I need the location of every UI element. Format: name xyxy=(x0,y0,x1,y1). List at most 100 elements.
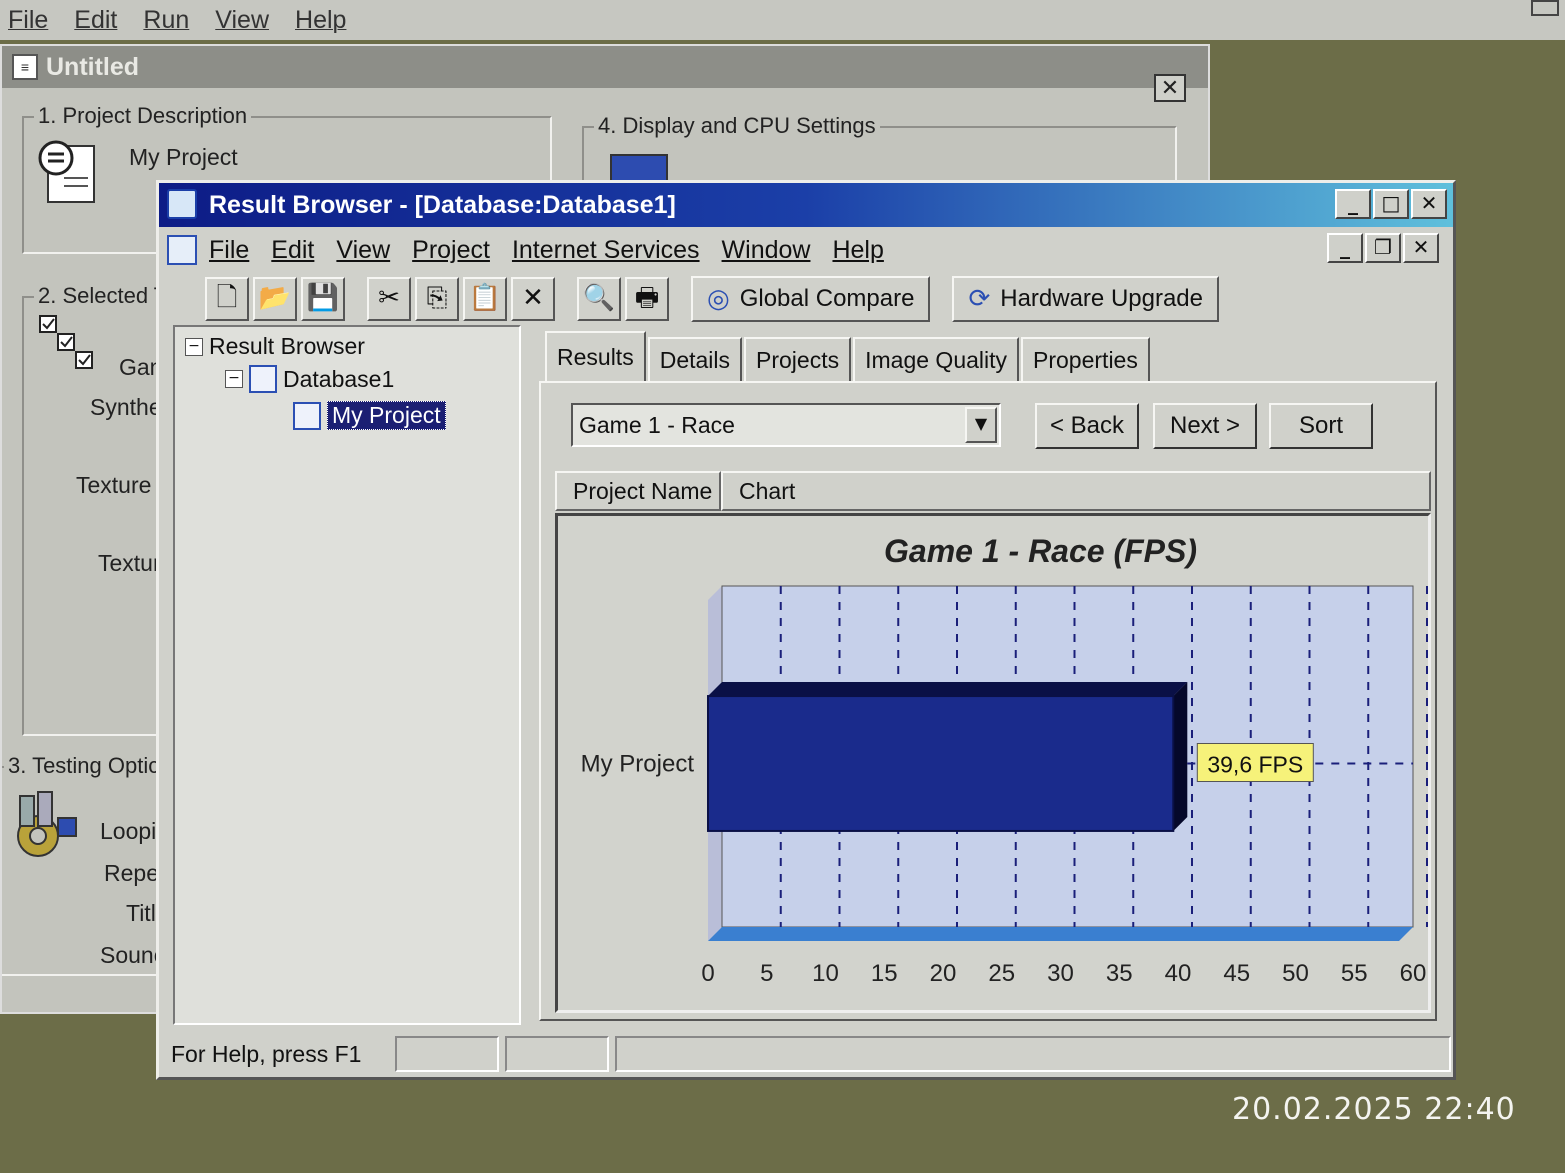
hardware-upgrade-button[interactable]: ⟳ Hardware Upgrade xyxy=(952,276,1220,322)
globe-icon: ◎ xyxy=(707,284,730,314)
col-project-name[interactable]: Project Name xyxy=(555,471,721,511)
hardware-upgrade-label: Hardware Upgrade xyxy=(1000,285,1204,312)
x-tick-label: 25 xyxy=(988,960,1015,987)
project-tree: − Result Browser − Database1 My Project xyxy=(173,325,521,1025)
x-tick-label: 60 xyxy=(1400,960,1427,987)
open-folder-icon[interactable]: 📂 xyxy=(253,277,297,321)
mdi-close-button[interactable]: ✕ xyxy=(1403,233,1439,263)
bg-menu-run[interactable]: Run xyxy=(143,6,189,35)
menu-help[interactable]: Help xyxy=(832,236,883,265)
tree-project[interactable]: My Project xyxy=(293,401,446,430)
results-panel: Results Details Projects Image Quality P… xyxy=(531,325,1445,1029)
status-pane-2 xyxy=(505,1036,609,1072)
chart-title: Game 1 - Race (FPS) xyxy=(884,533,1197,569)
next-button[interactable]: Next > xyxy=(1153,403,1257,449)
close-button[interactable]: ✕ xyxy=(1411,189,1447,219)
tab-projects[interactable]: Projects xyxy=(744,337,852,381)
test-select[interactable]: Game 1 - Race ▼ xyxy=(571,403,1001,447)
tab-strip: Results Details Projects Image Quality P… xyxy=(545,331,1152,381)
tree-database[interactable]: − Database1 xyxy=(225,365,394,393)
plot-floor xyxy=(708,927,1413,941)
testing-options-group: 3. Testing Optic Loopin Repea Title Soun… xyxy=(2,753,177,976)
fps-chart: Game 1 - Race (FPS) My Project 39,6 FPS 0 5 1… xyxy=(581,533,1428,987)
photo-timestamp: 20.02.2025 22:40 xyxy=(1232,1092,1516,1127)
menu-window[interactable]: Window xyxy=(722,236,811,265)
testing-options-title: 3. Testing Optic xyxy=(4,753,164,779)
paste-icon[interactable]: 📋 xyxy=(463,277,507,321)
project-description-title: 1. Project Description xyxy=(34,103,252,129)
tree-project-label: My Project xyxy=(327,401,446,430)
status-bar: For Help, press F1 xyxy=(159,1031,1453,1077)
x-tick-label: 0 xyxy=(701,960,714,987)
cut-icon[interactable]: ✂ xyxy=(367,277,411,321)
x-tick-label: 40 xyxy=(1165,960,1192,987)
maximize-button[interactable]: □ xyxy=(1373,189,1409,219)
tab-image-quality[interactable]: Image Quality xyxy=(853,337,1020,381)
chevron-down-icon[interactable]: ▼ xyxy=(965,407,997,443)
x-tick-label: 45 xyxy=(1223,960,1250,987)
col-chart[interactable]: Chart xyxy=(721,471,1431,511)
mdi-minimize-button[interactable]: _ xyxy=(1327,233,1363,263)
back-button[interactable]: < Back xyxy=(1035,403,1139,449)
tree-root-label: Result Browser xyxy=(209,333,365,359)
tab-properties[interactable]: Properties xyxy=(1021,337,1150,381)
tab-details[interactable]: Details xyxy=(647,337,743,381)
sort-button[interactable]: Sort xyxy=(1269,403,1373,449)
menu-internet-services[interactable]: Internet Services xyxy=(512,236,700,265)
x-tick-label: 10 xyxy=(812,960,839,987)
bg-app-close-button[interactable] xyxy=(1531,0,1559,16)
results-tab-body: Game 1 - Race ▼ < Back Next > Sort Proje… xyxy=(539,381,1437,1021)
menu-project[interactable]: Project xyxy=(412,236,490,265)
data-label: 39,6 FPS xyxy=(1207,752,1303,778)
test-select-value: Game 1 - Race xyxy=(579,411,735,438)
checklist-icon xyxy=(39,315,93,369)
status-text: For Help, press F1 xyxy=(171,1040,362,1067)
copy-icon[interactable]: ⎘ xyxy=(415,277,459,321)
new-icon[interactable]: 🗋 xyxy=(205,277,249,321)
project-name-label: My Project xyxy=(129,144,238,170)
bar xyxy=(707,695,1175,832)
untitled-titlebar: ≡ Untitled xyxy=(2,46,1208,88)
tree-database-label: Database1 xyxy=(283,365,395,392)
upgrade-icon: ⟳ xyxy=(968,284,991,314)
x-tick-label: 50 xyxy=(1282,960,1309,987)
result-browser-window: Result Browser - [Database:Database1] _ … xyxy=(156,180,1456,1080)
display-cpu-title: 4. Display and CPU Settings xyxy=(594,113,880,139)
x-tick-label: 30 xyxy=(1047,960,1074,987)
untitled-close-button[interactable]: ✕ xyxy=(1154,74,1186,102)
collapse-icon[interactable]: − xyxy=(185,337,203,356)
project-icon xyxy=(293,401,321,430)
x-tick-label: 20 xyxy=(930,960,957,987)
save-icon[interactable]: 💾 xyxy=(301,277,345,321)
menu-view[interactable]: View xyxy=(336,236,390,265)
minimize-button[interactable]: _ xyxy=(1335,189,1371,219)
global-compare-button[interactable]: ◎ Global Compare xyxy=(691,276,931,322)
mdi-restore-button[interactable]: ❐ xyxy=(1365,233,1401,263)
print-preview-icon[interactable]: 🔍 xyxy=(577,277,621,321)
toolbar: 🗋 📂 💾 ✂ ⎘ 📋 ✕ 🔍 🖶 ◎ Global Compare ⟳ Har… xyxy=(159,271,1453,327)
tab-results[interactable]: Results xyxy=(545,331,646,381)
mdi-window-controls: _ ❐ ✕ xyxy=(1327,233,1439,263)
mdi-child-icon[interactable] xyxy=(167,235,197,265)
tree-root[interactable]: − Result Browser xyxy=(185,333,365,360)
delete-icon[interactable]: ✕ xyxy=(511,277,555,321)
menu-file[interactable]: File xyxy=(209,236,249,265)
bg-menu-help[interactable]: Help xyxy=(295,6,346,35)
x-tick-label: 55 xyxy=(1341,960,1368,987)
print-icon[interactable]: 🖶 xyxy=(625,277,669,321)
result-browser-app-icon xyxy=(167,189,197,219)
x-tick-label: 5 xyxy=(760,960,773,987)
gears-icon xyxy=(17,791,77,857)
column-header: Project Name Chart xyxy=(555,471,1431,511)
bar-side xyxy=(1173,682,1188,831)
document-icon: ≡ xyxy=(12,54,38,80)
background-menubar: File Edit Run View Help xyxy=(0,0,1565,40)
collapse-icon[interactable]: − xyxy=(225,370,243,388)
project-document-icon xyxy=(38,140,95,203)
bg-menu-view[interactable]: View xyxy=(215,6,269,35)
status-pane-3 xyxy=(615,1036,1451,1072)
bg-menu-file[interactable]: File xyxy=(8,6,48,35)
bg-menu-edit[interactable]: Edit xyxy=(74,6,117,35)
menu-edit[interactable]: Edit xyxy=(271,236,314,265)
category-label: My Project xyxy=(581,751,695,778)
